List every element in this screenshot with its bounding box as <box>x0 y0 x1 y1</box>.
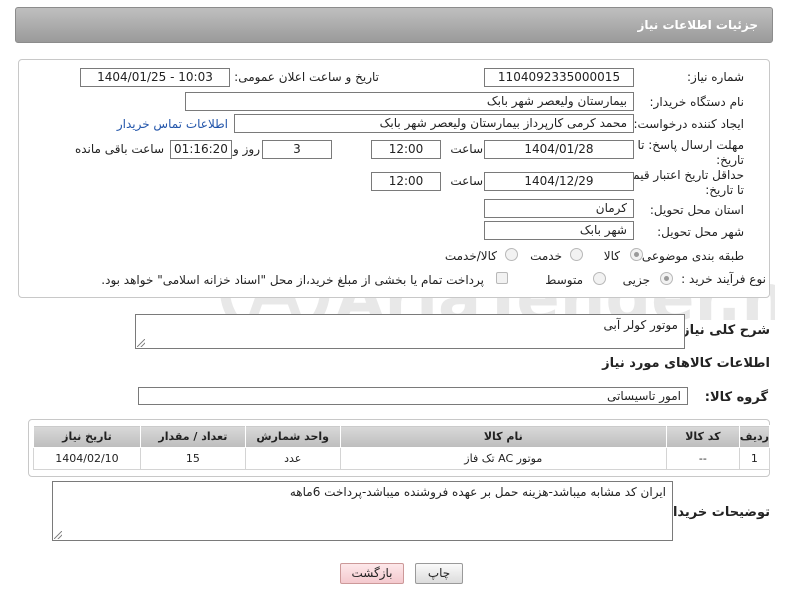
col-unit: واحد شمارش <box>244 425 341 448</box>
goods-table-header: ردیف کد کالا نام کالا واحد شمارش تعداد /… <box>33 425 771 448</box>
col-code: کد کالا <box>665 425 740 448</box>
payment-note: پرداخت تمام یا بخشی از مبلغ خرید،از محل … <box>101 273 484 287</box>
validity-time-label: ساعت <box>450 174 483 188</box>
buyer-notes-field[interactable]: ایران کد مشابه میباشد-هزینه حمل بر عهده … <box>52 481 673 541</box>
goods-group-label: گروه کالا: <box>704 390 768 405</box>
need-description-label: شرح کلی نیاز: <box>676 323 770 338</box>
category-radio-both[interactable] <box>505 248 518 261</box>
col-qty: تعداد / مقدار <box>139 425 246 448</box>
buyer-contact-link[interactable]: اطلاعات تماس خریدار <box>117 117 228 131</box>
city-field: شهر بابک <box>484 221 634 240</box>
remaining-label: ساعت باقی مانده <box>74 142 164 156</box>
category-option-goods: کالا <box>603 249 620 263</box>
goods-section-title: اطلاعات کالاهای مورد نیاز <box>602 356 770 371</box>
treasury-checkbox[interactable] <box>496 272 508 284</box>
page-header: جزئیات اطلاعات نیاز <box>15 7 773 43</box>
buyer-org-label: نام دستگاه خریدار: <box>649 95 745 109</box>
process-radio-small[interactable] <box>660 272 673 285</box>
col-name: نام کالا <box>339 425 667 448</box>
deadline-label-date: تاریخ: <box>716 153 744 167</box>
cell-unit: عدد <box>244 447 341 470</box>
resize-handle-icon[interactable] <box>137 339 145 347</box>
process-option-small: جزیی <box>622 273 650 287</box>
remaining-time-field: 01:16:20 <box>170 140 232 159</box>
category-option-both: کالا/خدمت <box>444 249 497 263</box>
validity-label-date: تا تاریخ: <box>705 183 744 197</box>
buyer-org-field: بیمارستان ولیعصر شهر بابک <box>185 92 634 111</box>
cell-qty: 15 <box>139 447 246 470</box>
category-radio-goods[interactable] <box>630 248 643 261</box>
cell-code: -- <box>665 447 740 470</box>
announce-field: 1404/01/25 - 10:03 <box>80 68 230 87</box>
cell-date: 1404/02/10 <box>33 447 141 470</box>
buyer-notes-label: توضیحات خریدار: <box>660 505 770 520</box>
category-radio-service[interactable] <box>570 248 583 261</box>
cell-row: 1 <box>738 447 771 470</box>
need-description-field[interactable]: موتور کولر آبی <box>135 314 685 349</box>
process-radio-medium[interactable] <box>593 272 606 285</box>
resize-handle-icon[interactable] <box>54 531 62 539</box>
table-row: 1 -- موتور AC تک فاز عدد 15 1404/02/10 <box>33 447 771 470</box>
city-label: شهر محل تحویل: <box>657 225 744 239</box>
deadline-date-field: 1404/01/28 <box>484 140 634 159</box>
back-button[interactable]: بازگشت <box>340 563 404 584</box>
need-number-label: شماره نیاز: <box>687 70 744 84</box>
deadline-label: مهلت ارسال پاسخ: تا <box>637 138 744 152</box>
validity-label: حداقل تاریخ اعتبار قیمت: <box>617 168 744 182</box>
creator-label: ایجاد کننده درخواست: <box>633 117 744 131</box>
validity-date-field: 1404/12/29 <box>484 172 634 191</box>
col-row: ردیف <box>738 425 771 448</box>
category-option-service: خدمت <box>530 249 562 263</box>
goods-table: ردیف کد کالا نام کالا واحد شمارش تعداد /… <box>33 425 771 470</box>
print-button[interactable]: چاپ <box>415 563 463 584</box>
process-label: نوع فرآیند خرید : <box>681 272 766 286</box>
page-title: جزئیات اطلاعات نیاز <box>637 18 758 32</box>
deadline-time-label: ساعت <box>450 142 483 156</box>
goods-group-field: امور تاسیساتی <box>138 387 688 405</box>
deadline-time-field: 12:00 <box>371 140 441 159</box>
province-field: کرمان <box>484 199 634 218</box>
cell-name: موتور AC تک فاز <box>339 447 667 470</box>
col-date: تاریخ نیاز <box>33 425 141 448</box>
days-label: روز و <box>233 142 260 156</box>
validity-time-field: 12:00 <box>371 172 441 191</box>
province-label: استان محل تحویل: <box>649 203 744 217</box>
category-label: طبقه بندی موضوعی: <box>637 249 744 263</box>
days-field: 3 <box>262 140 332 159</box>
creator-field: محمد کرمی کارپرداز بیمارستان ولیعصر شهر … <box>234 114 634 133</box>
announce-label: تاریخ و ساعت اعلان عمومی: <box>234 70 379 84</box>
process-option-medium: متوسط <box>545 273 583 287</box>
need-number-field: 1104092335000015 <box>484 68 634 87</box>
